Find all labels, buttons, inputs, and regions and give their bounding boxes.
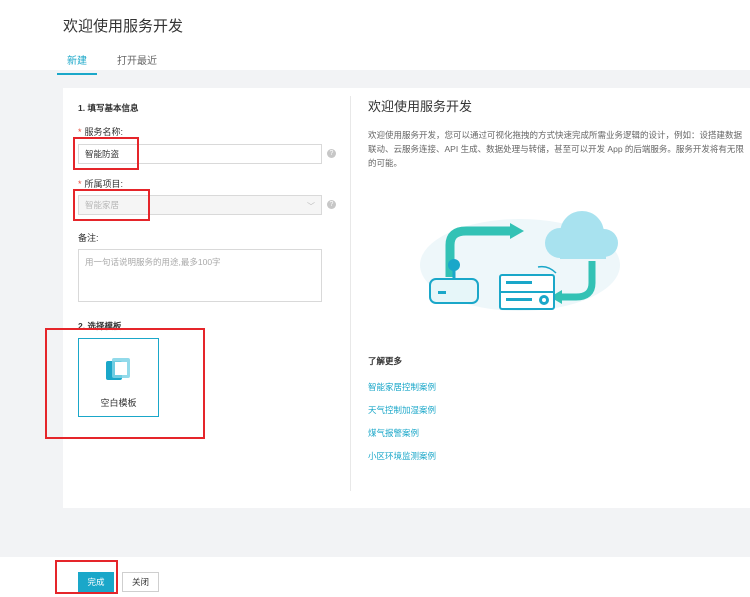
done-button[interactable]: 完成 <box>78 572 114 592</box>
chevron-down-icon: ﹀ <box>307 202 315 211</box>
service-name-input[interactable]: 智能防盗 <box>78 144 322 164</box>
help-icon[interactable]: ? <box>327 149 336 158</box>
link-community-monitor-case[interactable]: 小区环境监测案例 <box>368 450 436 462</box>
close-button[interactable]: 关闭 <box>122 572 159 592</box>
section-basic-info-title: 1. 填写基本信息 <box>78 103 139 113</box>
project-select-value: 智能家居 <box>85 200 120 210</box>
remark-label: 备注: <box>78 233 99 243</box>
tab-open-recent[interactable]: 打开最近 <box>113 52 161 70</box>
service-flow-illustration <box>420 211 620 311</box>
column-divider <box>350 96 351 491</box>
intro-title: 欢迎使用服务开发 <box>368 99 473 114</box>
required-marker: * <box>78 127 82 137</box>
project-select[interactable]: 智能家居 ﹀ <box>78 195 322 215</box>
project-label: * 所属项目: <box>78 179 124 189</box>
section-template-title: 2. 选择模板 <box>78 321 122 331</box>
blank-template-icon <box>105 358 130 380</box>
link-smart-home-case[interactable]: 智能家居控制案例 <box>368 381 436 393</box>
top-header: 欢迎使用服务开发 新建 打开最近 <box>0 0 750 75</box>
help-icon[interactable]: ? <box>327 200 336 209</box>
service-name-label: * 服务名称: <box>78 127 124 137</box>
remark-textarea[interactable]: 用一句话说明服务的用途,最多100字 <box>78 249 322 302</box>
link-gas-alarm-case[interactable]: 煤气报警案例 <box>368 427 419 439</box>
intro-description: 欢迎使用服务开发，您可以通过可视化拖拽的方式快速完成所需业务逻辑的设计，例如：设… <box>368 130 744 168</box>
learn-more-title: 了解更多 <box>368 356 403 366</box>
tab-new[interactable]: 新建 <box>57 52 97 75</box>
required-marker: * <box>78 179 82 189</box>
tab-bar: 新建 打开最近 <box>57 52 183 75</box>
blank-template-card[interactable]: 空白模板 <box>78 338 159 417</box>
link-weather-humidify-case[interactable]: 天气控制加湿案例 <box>368 404 436 416</box>
blank-template-label: 空白模板 <box>100 398 137 408</box>
page-title: 欢迎使用服务开发 <box>63 18 184 35</box>
